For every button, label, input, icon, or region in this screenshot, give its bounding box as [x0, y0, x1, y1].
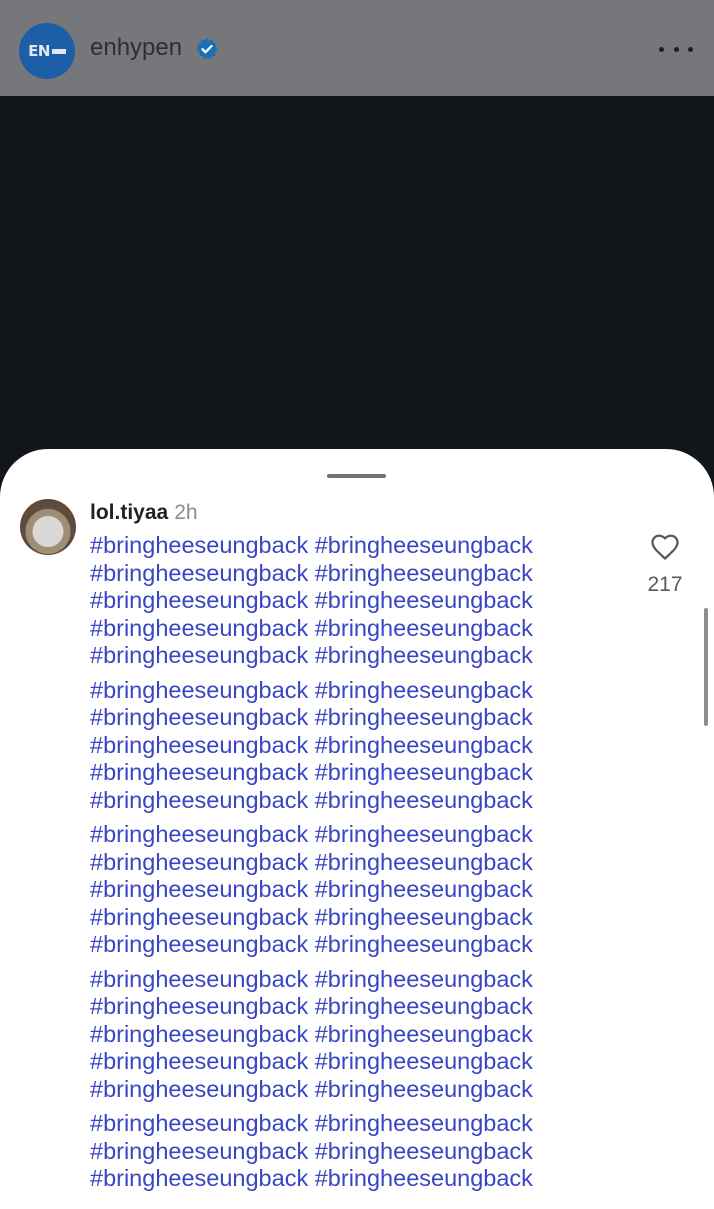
hashtag-line[interactable]: #bringheeseungback #bringheeseungback — [90, 587, 630, 615]
hashtag-line[interactable]: #bringheeseungback #bringheeseungback — [90, 615, 630, 643]
heart-icon[interactable] — [650, 533, 680, 561]
hashtag-line[interactable]: #bringheeseungback #bringheeseungback — [90, 732, 630, 760]
comments-sheet: lol.tiyaa 2h 217 #bringheeseungback #brin… — [0, 449, 714, 1209]
comment-paragraph: #bringheeseungback #bringheeseungback #br… — [90, 1110, 630, 1193]
avatar-logo: EN — [28, 42, 50, 60]
hashtag-line[interactable]: #bringheeseungback #bringheeseungback — [90, 821, 630, 849]
account-avatar[interactable]: EN — [19, 23, 75, 79]
comment-paragraph: #bringheeseungback #bringheeseungback #br… — [90, 677, 630, 815]
scrollbar[interactable] — [704, 608, 708, 726]
avatar-logo-bar — [51, 48, 66, 54]
hashtag-line[interactable]: #bringheeseungback #bringheeseungback — [90, 1076, 630, 1104]
commenter-avatar[interactable] — [20, 499, 76, 555]
verified-badge-icon — [196, 38, 218, 60]
like-count: 217 — [647, 573, 683, 596]
hashtag-line[interactable]: #bringheeseungback #bringheeseungback — [90, 1048, 630, 1076]
account-username[interactable]: enhypen — [90, 34, 182, 62]
hashtag-line[interactable]: #bringheeseungback #bringheeseungback — [90, 876, 630, 904]
hashtag-line[interactable]: #bringheeseungback #bringheeseungback — [90, 560, 630, 588]
hashtag-line[interactable]: #bringheeseungback #bringheeseungback — [90, 849, 630, 877]
video-area[interactable] — [0, 96, 714, 476]
hashtag-line[interactable]: #bringheeseungback #bringheeseungback — [90, 1110, 630, 1138]
hashtag-line[interactable]: #bringheeseungback #bringheeseungback — [90, 704, 630, 732]
comment-paragraph: #bringheeseungback #bringheeseungback #br… — [90, 821, 630, 959]
sheet-drag-handle[interactable] — [327, 474, 386, 478]
hashtag-line[interactable]: #bringheeseungback #bringheeseungback — [90, 1138, 630, 1166]
hashtag-line[interactable]: #bringheeseungback #bringheeseungback — [90, 677, 630, 705]
hashtag-line[interactable]: #bringheeseungback #bringheeseungback — [90, 1165, 630, 1193]
hashtag-line[interactable]: #bringheeseungback #bringheeseungback — [90, 904, 630, 932]
post-header: EN enhypen — [0, 0, 714, 96]
comment-paragraph: #bringheeseungback #bringheeseungback #br… — [90, 966, 630, 1104]
hashtag-line[interactable]: #bringheeseungback #bringheeseungback — [90, 931, 630, 959]
comment-header: lol.tiyaa 2h — [90, 501, 198, 525]
hashtag-line[interactable]: #bringheeseungback #bringheeseungback — [90, 1021, 630, 1049]
hashtag-line[interactable]: #bringheeseungback #bringheeseungback — [90, 759, 630, 787]
comment-text: #bringheeseungback #bringheeseungback #br… — [90, 532, 630, 1200]
hashtag-line[interactable]: #bringheeseungback #bringheeseungback — [90, 966, 630, 994]
more-options-icon[interactable] — [659, 40, 693, 58]
hashtag-line[interactable]: #bringheeseungback #bringheeseungback — [90, 532, 630, 560]
hashtag-line[interactable]: #bringheeseungback #bringheeseungback — [90, 642, 630, 670]
hashtag-line[interactable]: #bringheeseungback #bringheeseungback — [90, 787, 630, 815]
comment-time: 2h — [174, 501, 198, 524]
hashtag-line[interactable]: #bringheeseungback #bringheeseungback — [90, 993, 630, 1021]
commenter-username[interactable]: lol.tiyaa — [90, 501, 168, 524]
comment-paragraph: #bringheeseungback #bringheeseungback #br… — [90, 532, 630, 670]
